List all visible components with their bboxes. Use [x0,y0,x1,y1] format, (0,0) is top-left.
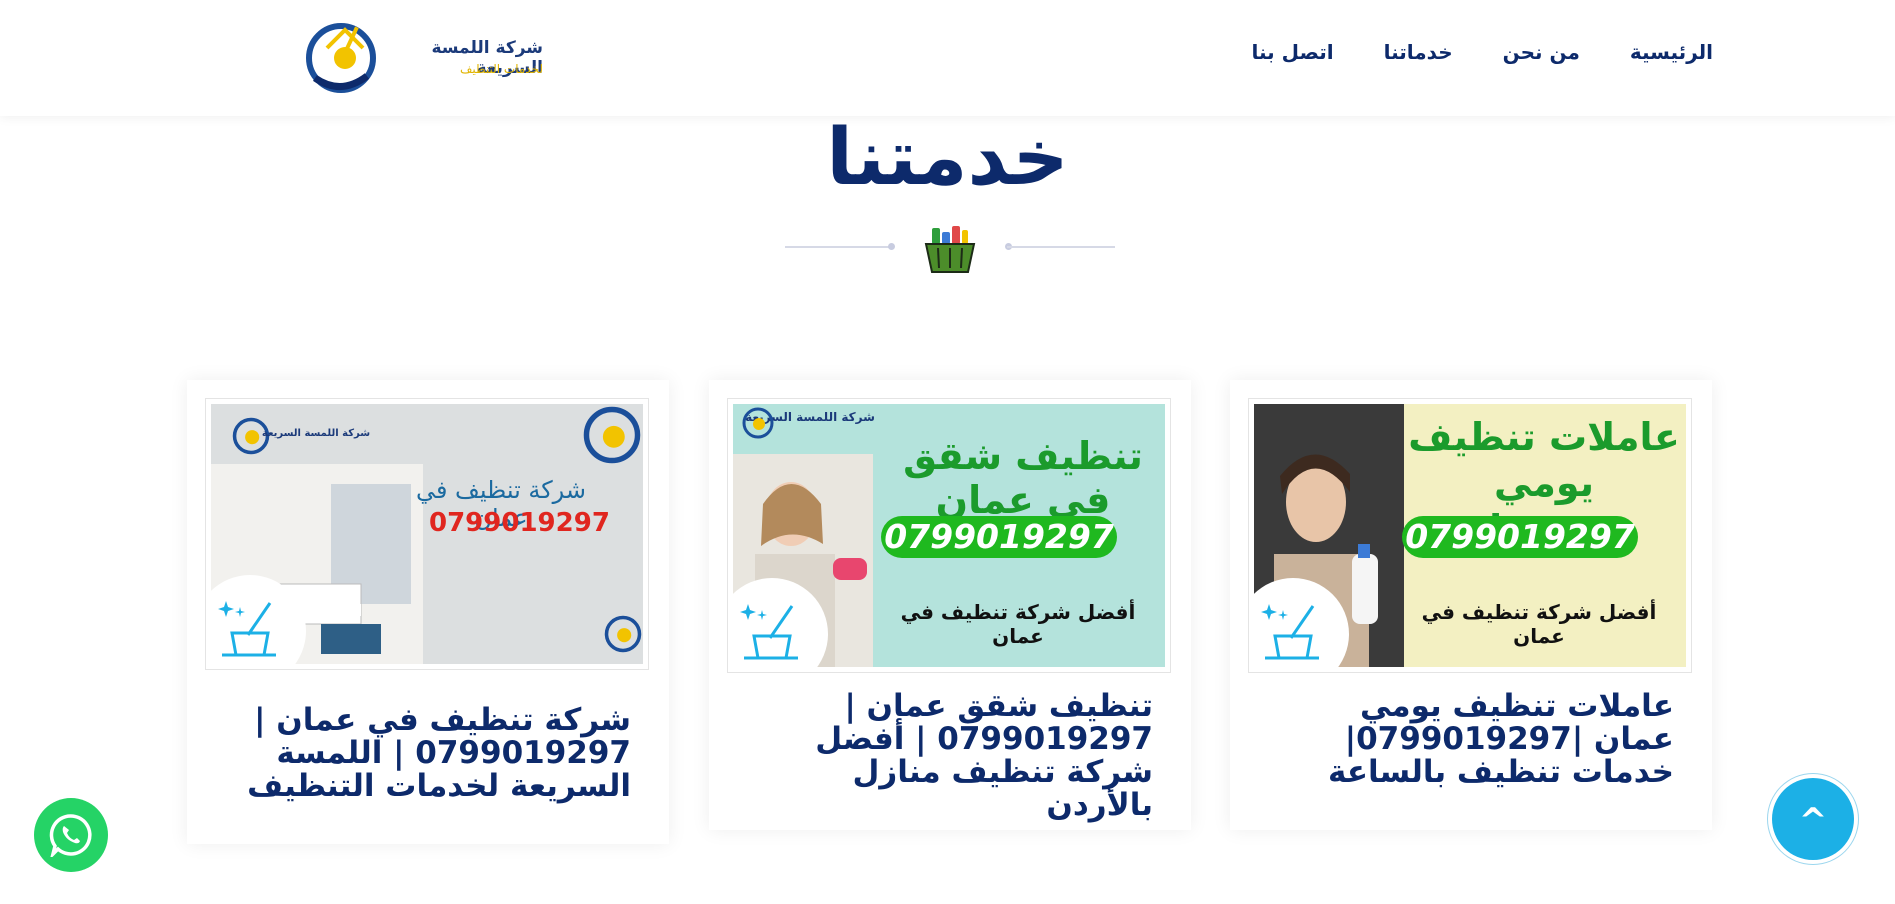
site-header: شركة اللمسة السريعة لخدمات التنظيف الرئي… [0,0,1895,116]
whatsapp-icon [49,814,92,857]
card-title[interactable]: شركة تنظيف في عمان | 0799019297 | اللمسة… [231,704,631,803]
service-card-cleaning-company[interactable]: شركة اللمسة السريعة شركة تنظيف في عمان 0… [187,380,669,844]
logo-subtitle: لخدمات التنظيف [459,62,543,76]
ad-phone: 0799019297 [881,516,1117,558]
logo-broom-icon [306,23,376,93]
ad-logo-icon [742,407,774,439]
card-title[interactable]: تنظيف شقق عمان | 0799019297 | أفضل شركة … [753,690,1153,822]
divider-dot-left [888,243,895,250]
divider-line-right [1007,246,1115,248]
ad-tagline: أفضل شركة تنظيف في عمان [900,600,1136,648]
card-image[interactable]: شركة اللمسة السريعة شركة تنظيف في عمان 0… [205,398,649,670]
cleaning-bucket-icon [1261,604,1319,660]
ad-phone: 0799019297 [1402,516,1638,558]
ad-tagline: أفضل شركة تنظيف في عمان [1421,600,1657,648]
card-image[interactable]: شركة اللمسة السريعة تنظيف شقق في عمان 07… [727,398,1171,673]
service-card-daily-workers[interactable]: عاملات تنظيف يومي في عمان 0799019297 أفض… [1230,380,1712,830]
card-title[interactable]: عاملات تنظيف يومي عمان |0799019297| خدما… [1274,690,1674,789]
nav-home[interactable]: الرئيسية [1630,40,1713,64]
divider-line-left [785,246,893,248]
ad-brand: شركة اللمسة السريعة [261,428,371,439]
cleaning-basket-icon [924,226,976,273]
ad-phone: 0799019297 [429,508,610,538]
title-divider [785,216,1115,276]
nav-services[interactable]: خدماتنا [1384,40,1453,64]
main-nav: الرئيسية من نحن خدماتنا اتصل بنا [1251,40,1713,64]
scroll-to-top-button[interactable]: ^ [1772,778,1854,860]
nav-about[interactable]: من نحن [1503,40,1580,64]
section-title: خدمتنا [826,113,1069,203]
ad-logo-large-icon [583,406,641,464]
whatsapp-button[interactable] [34,798,108,872]
ad-headline: تنظيف شقق في عمان [903,434,1143,522]
cleaning-bucket-icon [218,601,276,657]
nav-contact[interactable]: اتصل بنا [1251,40,1333,64]
ad-headline-line1: عاملات تنظيف يومي [1408,415,1680,505]
ad-logo-corner-icon [604,615,642,653]
cleaning-bucket-icon [740,604,798,660]
card-image[interactable]: عاملات تنظيف يومي في عمان 0799019297 أفض… [1248,398,1692,673]
company-logo[interactable]: شركة اللمسة السريعة لخدمات التنظيف [305,18,545,94]
service-card-apartment-cleaning[interactable]: شركة اللمسة السريعة تنظيف شقق في عمان 07… [709,380,1191,830]
